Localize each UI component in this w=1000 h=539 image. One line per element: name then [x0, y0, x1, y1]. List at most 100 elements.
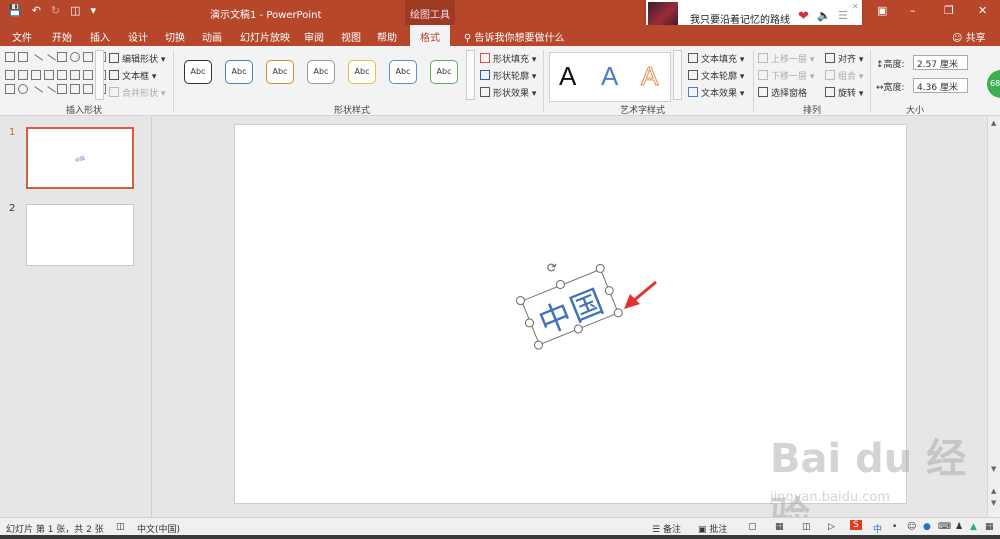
bring-forward-button[interactable]: 上移一层 ▾	[758, 52, 814, 65]
height-icon: ↕	[876, 60, 884, 70]
merge-shapes-button[interactable]: 合并形状 ▾	[109, 86, 165, 99]
text-fill-label: 文本填充	[701, 55, 738, 65]
height-input[interactable]: 2.57 厘米	[913, 55, 968, 70]
group-icon	[825, 70, 835, 80]
share-button[interactable]: ☺ 共享	[952, 29, 986, 44]
tab-home[interactable]: 开始	[52, 29, 72, 44]
send-backward-icon	[758, 70, 768, 80]
thumbnail-text: 中国	[74, 155, 86, 165]
close-icon[interactable]: ✕	[852, 2, 859, 11]
context-group-label: 绘图工具	[405, 0, 455, 25]
selection-pane-button[interactable]: 选择窗格	[758, 86, 807, 99]
rotate-button[interactable]: 旋转 ▾	[825, 86, 863, 99]
restore-icon[interactable]: ❐	[944, 4, 954, 17]
normal-view-icon[interactable]: ▢	[748, 522, 757, 532]
punctuation-icon[interactable]: •	[892, 522, 897, 532]
shape-fill-button[interactable]: 形状填充 ▾	[480, 52, 536, 65]
shape-styles-scroll[interactable]	[466, 50, 475, 100]
dropdown-icon[interactable]: ▾	[91, 4, 97, 17]
shape-style-2[interactable]: Abc	[225, 60, 253, 84]
wordart-style-black[interactable]: A	[559, 61, 576, 92]
user-icon[interactable]: ♟	[955, 522, 963, 532]
slide-number: 2	[9, 203, 16, 214]
tab-transitions[interactable]: 切换	[165, 29, 185, 44]
keyboard-icon[interactable]: ⌨	[938, 522, 951, 532]
annotation-arrow-icon	[624, 280, 657, 309]
selection-pane-label: 选择窗格	[771, 89, 808, 99]
quick-access-toolbar: 💾 ↶ ↻ ◫ ▾	[8, 4, 96, 17]
width-icon: ↔	[876, 83, 884, 93]
text-fill-button[interactable]: 文本填充 ▾	[688, 52, 744, 65]
document-title: 演示文稿1 - PowerPoint	[210, 10, 322, 21]
slide-thumbnail-2[interactable]	[26, 204, 134, 266]
tab-format[interactable]: 格式	[410, 25, 450, 46]
text-outline-button[interactable]: 文本轮廓 ▾	[688, 69, 744, 82]
skin-icon[interactable]: ▲	[970, 522, 977, 532]
edit-shape-icon	[109, 53, 119, 63]
comments-button[interactable]: ▣ 批注	[698, 522, 727, 535]
ribbon-tabs: 文件 开始 插入 设计 切换 动画 幻灯片放映 审阅 视图 帮助 格式 ⚲ 告诉…	[0, 25, 1000, 46]
tab-help[interactable]: 帮助	[377, 29, 397, 44]
close-icon[interactable]: ✕	[978, 4, 987, 17]
microphone-icon[interactable]: ●	[923, 522, 931, 532]
notes-label: 备注	[662, 525, 681, 535]
shape-style-4[interactable]: Abc	[307, 60, 335, 84]
slide-thumbnail-1[interactable]: 中国	[26, 127, 134, 189]
shape-style-5[interactable]: Abc	[348, 60, 376, 84]
tab-animations[interactable]: 动画	[202, 29, 222, 44]
shapes-gallery-scroll[interactable]	[95, 50, 104, 100]
tab-file[interactable]: 文件	[12, 29, 32, 44]
toolbox-icon[interactable]: ▦	[985, 522, 994, 532]
heart-icon[interactable]: ❤	[798, 9, 809, 24]
send-backward-button[interactable]: 下移一层 ▾	[758, 69, 814, 82]
send-backward-label: 下移一层	[771, 72, 808, 82]
effects-icon	[480, 87, 490, 97]
wordart-scroll[interactable]	[673, 50, 682, 100]
shape-outline-button[interactable]: 形状轮廓 ▾	[480, 69, 536, 82]
text-box-button[interactable]: 文本框 ▾	[109, 69, 156, 82]
text-effects-button[interactable]: 文本效果 ▾	[688, 86, 744, 99]
notes-button[interactable]: ☰ 备注	[652, 522, 681, 535]
slideshow-icon[interactable]: ▷	[828, 522, 835, 532]
tab-design[interactable]: 设计	[128, 29, 148, 44]
ime-language[interactable]: 中	[873, 522, 882, 535]
shapes-gallery[interactable]	[5, 52, 107, 100]
wordart-style-orange[interactable]: A	[640, 61, 658, 92]
redo-icon[interactable]: ↻	[51, 4, 60, 17]
spellcheck-icon[interactable]: ◫	[116, 522, 125, 532]
undo-icon[interactable]: ↶	[32, 4, 41, 17]
shape-style-6[interactable]: Abc	[389, 60, 417, 84]
bring-forward-icon	[758, 53, 768, 63]
text-box-label: 文本框	[122, 72, 150, 82]
wordart-style-blue[interactable]: A	[601, 61, 618, 92]
separator	[870, 50, 871, 112]
volume-icon[interactable]: 🔈	[817, 9, 831, 22]
shape-style-3[interactable]: Abc	[266, 60, 294, 84]
custom-icon[interactable]: ◫	[70, 4, 80, 17]
scroll-up-icon[interactable]: ▲	[991, 119, 996, 127]
text-fill-icon	[688, 53, 698, 63]
language-status[interactable]: 中文(中国)	[137, 522, 180, 535]
selection-pane-icon	[758, 87, 768, 97]
edit-shape-button[interactable]: 编辑形状 ▾	[109, 52, 165, 65]
tab-view[interactable]: 视图	[341, 29, 361, 44]
shape-effects-button[interactable]: 形状效果 ▾	[480, 86, 536, 99]
save-icon[interactable]: 💾	[8, 4, 22, 17]
ribbon-display-icon[interactable]: ▣	[877, 4, 887, 17]
tab-review[interactable]: 审阅	[304, 29, 324, 44]
width-input[interactable]: 4.36 厘米	[913, 78, 968, 93]
emoji-icon[interactable]: ☺	[907, 522, 916, 532]
group-button[interactable]: 组合 ▾	[825, 69, 863, 82]
tab-insert[interactable]: 插入	[90, 29, 110, 44]
tab-slideshow[interactable]: 幻灯片放映	[240, 29, 290, 44]
shape-style-1[interactable]: Abc	[184, 60, 212, 84]
align-button[interactable]: 对齐 ▾	[825, 52, 863, 65]
playlist-icon[interactable]: ☰	[838, 9, 848, 22]
separator	[173, 50, 174, 112]
shape-style-7[interactable]: Abc	[430, 60, 458, 84]
minimize-icon[interactable]: –	[910, 4, 916, 17]
reading-view-icon[interactable]: ◫	[802, 522, 811, 532]
sogou-ime-icon[interactable]: S	[850, 520, 862, 530]
tell-me-search[interactable]: ⚲ 告诉我你想要做什么	[464, 29, 565, 44]
slide-sorter-icon[interactable]: ▦	[775, 522, 784, 532]
